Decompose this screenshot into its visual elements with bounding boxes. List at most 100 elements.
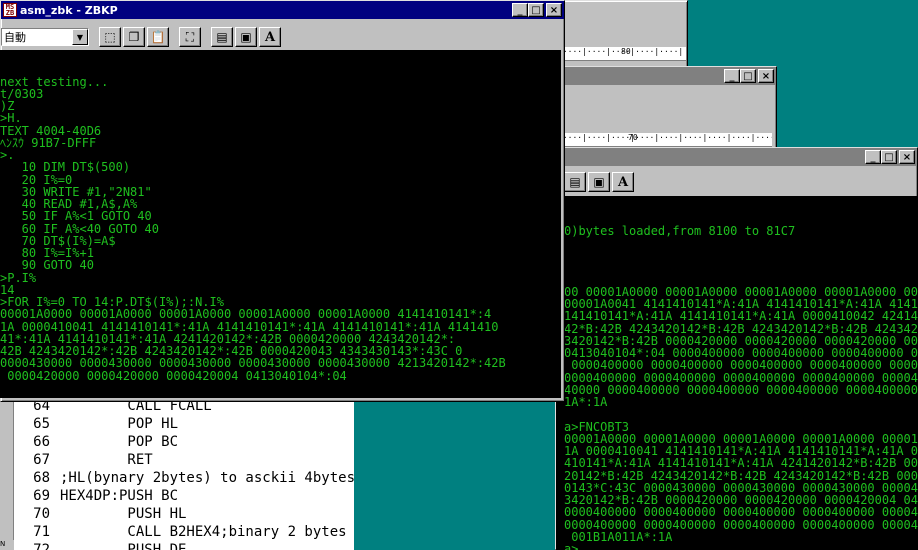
app-icon[interactable]: MS ZB xyxy=(3,3,17,17)
code-text: PUSH HL xyxy=(60,506,187,522)
code-text: PUSH DE xyxy=(60,542,187,550)
line-number: 65 xyxy=(33,416,50,432)
window-title: asm_zbk - ZBKP xyxy=(20,3,118,17)
console-line: 0000420000 0000420000 0000420004 0413040… xyxy=(0,368,347,383)
line-number: 67 xyxy=(33,452,50,468)
window-button[interactable]: ▣ xyxy=(235,27,257,47)
window-button[interactable]: ▣ xyxy=(588,172,610,192)
copy-button[interactable]: ❐ xyxy=(123,27,145,47)
code-text: CALL FCALL xyxy=(60,402,212,414)
paste-icon: 📋 xyxy=(150,30,166,44)
code-text: CALL B2HEX4;binary 2 bytes t xyxy=(60,524,354,540)
console-line: a>FNCOBT3 xyxy=(564,419,630,434)
console-line: >H. xyxy=(0,111,22,126)
maximize-button[interactable]: □ xyxy=(740,69,756,83)
dotted-select-icon: ⬚ xyxy=(104,30,116,44)
console-lines: 0)bytes loaded,from 8100 to 81C7 00 00001… xyxy=(564,224,918,550)
console-line: >P.I% xyxy=(0,270,37,285)
console-line: 20142*B:42B 4243420142*B:42B 4243420142*… xyxy=(564,468,918,483)
maximize-button[interactable]: □ xyxy=(881,150,897,164)
line-number: 70 xyxy=(33,506,50,522)
code-text: POP HL xyxy=(60,416,179,432)
properties-button[interactable]: ▤ xyxy=(211,27,233,47)
font-button[interactable]: A xyxy=(612,172,634,192)
font-size-value: 自動 xyxy=(4,31,26,44)
title-bar[interactable]: _ □ × xyxy=(556,148,917,166)
console-line: 0000400000 0000400000 0000400000 0000400… xyxy=(564,358,918,373)
console-line: 40000 0000400000 0000400000 0000400000 0… xyxy=(564,382,918,397)
minimize-button[interactable]: _ xyxy=(865,150,881,164)
code-text: RET xyxy=(60,452,153,468)
close-button[interactable]: × xyxy=(546,3,562,17)
toolbar: ▤ ▣ A xyxy=(558,170,915,194)
select-button[interactable]: ⬚ xyxy=(99,27,121,47)
editor-line[interactable]: 65 POP HL xyxy=(14,416,354,434)
console-line: 410141*A:41A 4141410141*A:41A 4241420142… xyxy=(564,456,918,471)
console-line: TEXT 4004-40D6 xyxy=(0,123,102,138)
editor-line[interactable]: 72 PUSH DE xyxy=(14,542,354,550)
copy-icon: ❐ xyxy=(128,30,140,44)
console-line: 001B1A011A*:1A xyxy=(564,529,673,544)
console-line: a> xyxy=(564,542,579,550)
editor-line[interactable]: 69 HEX4DP:PUSH BC xyxy=(14,488,354,506)
properties-icon: ▤ xyxy=(569,175,581,189)
fullscreen-button[interactable]: ⛶ xyxy=(179,27,201,47)
code-text: ;HL(bynary 2bytes) to asckii 4bytes xyxy=(60,470,354,486)
console-line: 1A 0000410041 4141410141*:41A 4141410141… xyxy=(0,319,499,334)
properties-icon: ▤ xyxy=(216,30,228,44)
ruler: ·····|····|····|····|····|····|····|····… xyxy=(558,133,772,147)
background-window-top: ·····|····|····|····|····| 80 xyxy=(555,0,688,68)
line-number: 71 xyxy=(33,524,50,540)
console-line: t/0303 xyxy=(0,86,44,101)
line-number: 69 xyxy=(33,488,50,504)
editor-line[interactable]: 64 CALL FCALL xyxy=(14,402,354,416)
ruler: ·····|····|····|····|····| 80 xyxy=(558,47,686,61)
editor-line[interactable]: 66 POP BC xyxy=(14,434,354,452)
ruler-mark: 70 xyxy=(628,133,638,142)
console-line: 0000400000 0000400000 0000400000 0000400… xyxy=(564,505,918,520)
console-line: 50 IF A%<1 GOTO 40 xyxy=(0,209,152,224)
console-line: 0000400000 0000400000 0000400000 0000400… xyxy=(564,517,918,532)
close-button[interactable]: × xyxy=(758,69,774,83)
fullscreen-icon: ⛶ xyxy=(185,29,195,44)
chevron-down-icon[interactable]: ▼ xyxy=(72,29,88,45)
console-line: ﾍﾝｽｳ 91B7-DFFF xyxy=(0,135,97,150)
console-line: 20 I%=0 xyxy=(0,172,73,187)
console-line: 90 GOTO 40 xyxy=(0,258,94,273)
line-number: 66 xyxy=(33,434,50,450)
minimize-button[interactable]: _ xyxy=(512,3,528,17)
console-output-main[interactable]: next testing... t/0303)Z >H. TEXT 4004-40D6… xyxy=(0,50,561,398)
editor-line[interactable]: 68 ;HL(bynary 2bytes) to asckii 4bytes xyxy=(14,470,354,488)
toolbar: 自動 ▼ ⬚ ❐ 📋 ⛶ ▤ ▣ A xyxy=(1,25,562,49)
console-line: 1A*:1A xyxy=(564,395,608,409)
console-output-right[interactable]: 0)bytes loaded,from 8100 to 81C7 00 00001… xyxy=(556,196,918,550)
paste-button[interactable]: 📋 xyxy=(147,27,169,47)
minimize-button[interactable]: _ xyxy=(724,69,740,83)
console-line: 10 DIM DT$(500) xyxy=(0,160,131,175)
title-bar[interactable]: MS ZB asm_zbk - ZBKP _ □ × xyxy=(1,1,564,19)
code-text: POP BC xyxy=(60,434,179,450)
code-editor[interactable]: 64 CALL FCALL 65 POP HL 66 POP BC 67 RET 68;… xyxy=(14,402,354,550)
console-line: 141410141*A:41A 4141410141*A:41A 0000410… xyxy=(564,309,918,324)
font-size-select[interactable]: 自動 ▼ xyxy=(1,28,89,46)
console-line: 42*B:42B 4243420142*B:42B 4243420142*B:4… xyxy=(564,321,918,336)
corner-label: N xyxy=(0,540,14,550)
editor-line[interactable]: 70 PUSH HL xyxy=(14,506,354,524)
line-number: 64 xyxy=(33,402,50,414)
properties-button[interactable]: ▤ xyxy=(564,172,586,192)
editor-line[interactable]: 67 RET xyxy=(14,452,354,470)
maximize-button[interactable]: □ xyxy=(528,3,544,17)
font-button[interactable]: A xyxy=(259,27,281,47)
ruler-mark: 80 xyxy=(621,47,631,56)
close-button[interactable]: × xyxy=(899,150,915,164)
editor-line[interactable]: 71 CALL B2HEX4;binary 2 bytes t xyxy=(14,524,354,542)
title-bar[interactable]: _ □ × xyxy=(556,67,776,85)
line-number: 68 xyxy=(33,470,50,486)
console-line: next testing... xyxy=(0,74,109,89)
console-line: 00001A0000 00001A0000 00001A0000 00001A0… xyxy=(0,307,492,322)
console-line: 0000400000 0000400000 0000400000 0000400… xyxy=(564,370,918,385)
